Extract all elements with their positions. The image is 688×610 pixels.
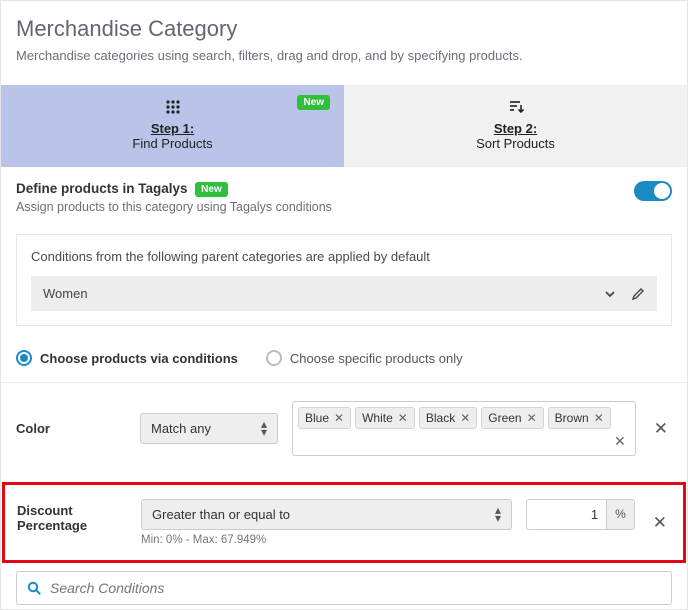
remove-condition-button[interactable]: ✕ <box>649 509 671 537</box>
radio-conditions[interactable]: Choose products via conditions <box>16 350 238 366</box>
tag-remove-icon[interactable]: ✕ <box>334 411 344 425</box>
define-desc: Assign products to this category using T… <box>16 200 332 214</box>
tag-label: Black <box>426 411 455 425</box>
sort-arrows-icon: ▴▾ <box>261 421 267 435</box>
discount-input[interactable]: 1 <box>526 499 606 530</box>
clear-tags-icon[interactable]: ✕ <box>610 433 630 450</box>
select-value: Greater than or equal to <box>152 507 290 522</box>
grid-icon <box>11 99 334 119</box>
sort-arrows-icon: ▴▾ <box>495 507 501 521</box>
tag: Black ✕ <box>419 407 477 429</box>
parent-category-select[interactable]: Women <box>31 276 657 311</box>
tag-remove-icon[interactable]: ✕ <box>527 411 537 425</box>
step-2-label: Step 2: <box>494 121 537 136</box>
discount-op-select[interactable]: Greater than or equal to ▴▾ <box>141 499 512 530</box>
step-1-sub: Find Products <box>11 136 334 151</box>
discount-unit: % <box>606 499 635 530</box>
tag-remove-icon[interactable]: ✕ <box>460 411 470 425</box>
tag-label: Blue <box>305 411 329 425</box>
sort-icon <box>354 99 677 119</box>
search-icon <box>27 581 42 596</box>
page-title: Merchandise Category <box>16 16 672 42</box>
tab-step-2[interactable]: Step 2: Sort Products <box>344 85 687 167</box>
parent-conditions-box: Conditions from the following parent cat… <box>16 234 672 326</box>
toggle-define[interactable] <box>634 181 672 201</box>
tag: White ✕ <box>355 407 415 429</box>
badge-new: New <box>297 95 330 110</box>
parent-value: Women <box>43 286 88 301</box>
search-conditions[interactable] <box>16 571 672 605</box>
edit-icon[interactable] <box>631 287 645 301</box>
radio-icon <box>266 350 282 366</box>
tag-label: Brown <box>555 411 589 425</box>
tag-label: White <box>362 411 393 425</box>
define-title: Define products in Tagalys <box>16 181 188 196</box>
tag-label: Green <box>488 411 521 425</box>
select-value: Match any <box>151 421 211 436</box>
tag-remove-icon[interactable]: ✕ <box>594 411 604 425</box>
tab-step-1[interactable]: New Step 1: Find Products <box>1 85 344 167</box>
radio-specific-label: Choose specific products only <box>290 351 463 366</box>
tag: Blue ✕ <box>298 407 351 429</box>
parent-title: Conditions from the following parent cat… <box>31 249 657 264</box>
radio-specific[interactable]: Choose specific products only <box>266 350 463 366</box>
tag-remove-icon[interactable]: ✕ <box>398 411 408 425</box>
color-tags[interactable]: Blue ✕ White ✕ Black ✕ Green ✕ Brown ✕ ✕ <box>292 401 636 456</box>
condition-discount: Discount Percentage Greater than or equa… <box>2 482 686 563</box>
remove-condition-button[interactable]: ✕ <box>650 415 672 443</box>
radio-icon <box>16 350 32 366</box>
discount-hint: Min: 0% - Max: 67.949% <box>141 534 512 546</box>
discount-label: Discount Percentage <box>17 499 127 533</box>
color-match-select[interactable]: Match any ▴▾ <box>140 413 278 444</box>
discount-value-group: 1 % <box>526 499 635 530</box>
badge-new: New <box>195 182 228 197</box>
page-subtitle: Merchandise categories using search, fil… <box>16 48 672 63</box>
step-2-sub: Sort Products <box>354 136 677 151</box>
tag: Green ✕ <box>481 407 543 429</box>
chevron-down-icon[interactable] <box>603 287 617 301</box>
condition-color: Color Match any ▴▾ Blue✕White✕Black✕Gree… <box>1 382 687 474</box>
step-1-label: Step 1: <box>151 121 194 136</box>
radio-conditions-label: Choose products via conditions <box>40 351 238 366</box>
step-tabs: New Step 1: Find Products Step 2: Sort P… <box>1 85 687 167</box>
color-label: Color <box>16 421 126 436</box>
tag: Brown ✕ <box>548 407 611 429</box>
